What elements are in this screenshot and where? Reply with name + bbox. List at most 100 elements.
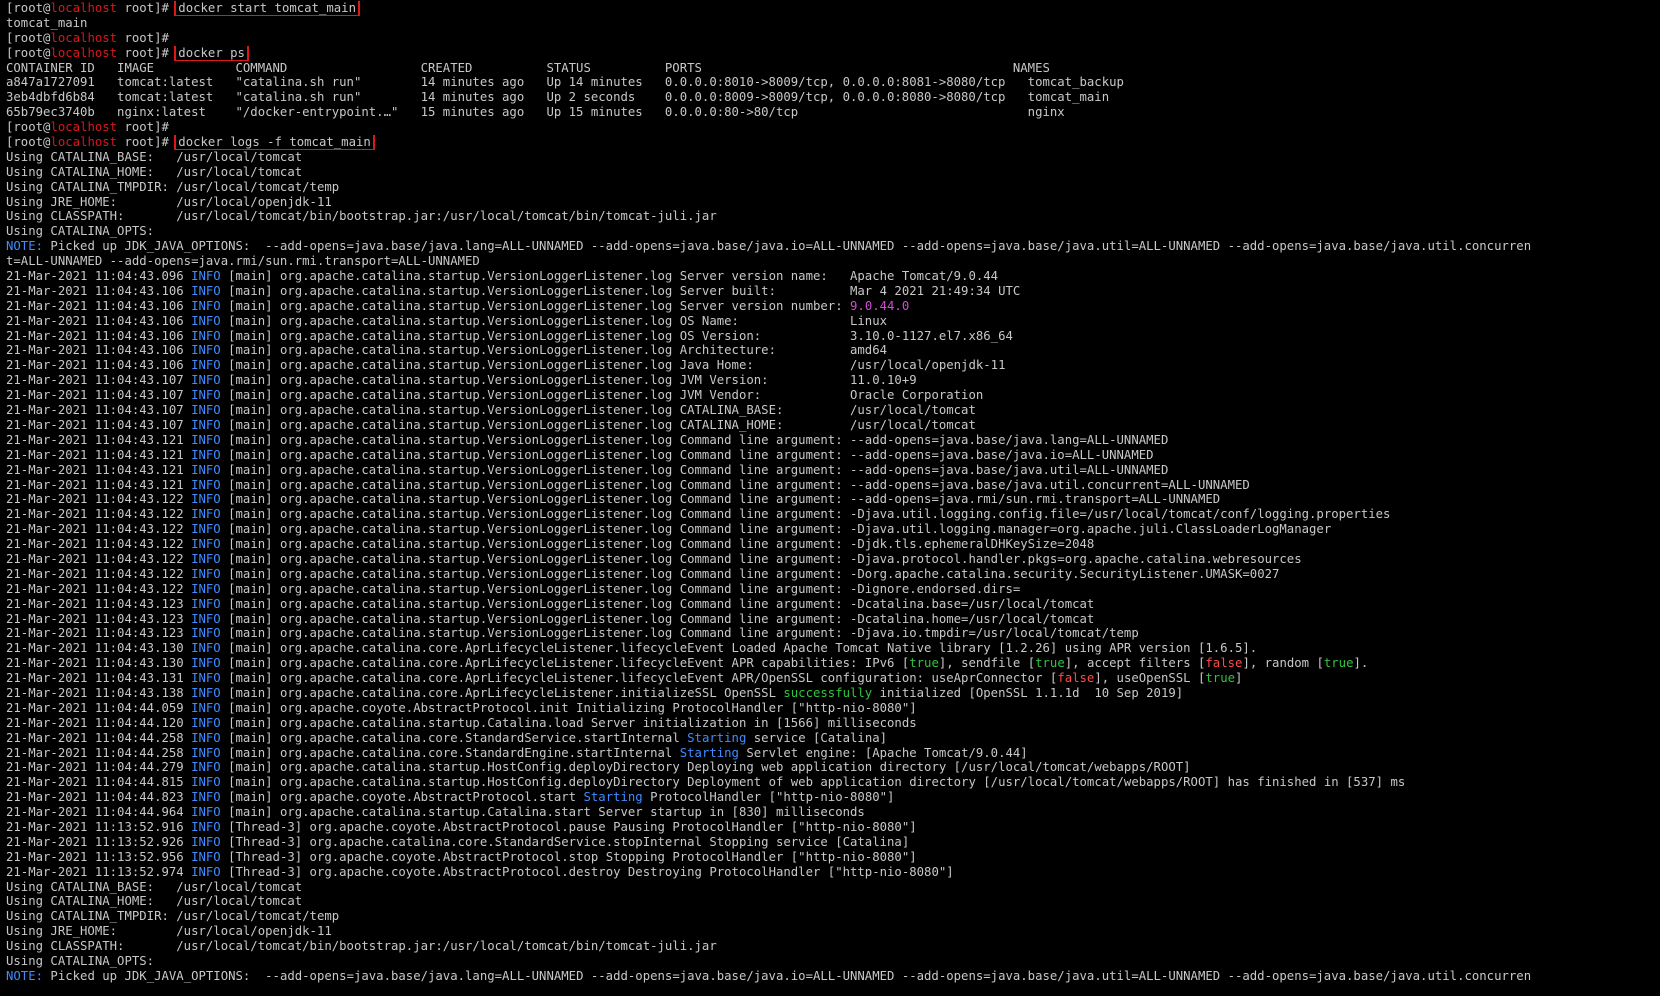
log-level: INFO [191,343,221,358]
log-timestamp: 21-Mar-2021 11:04:43.130 [6,656,184,671]
output-text: a847a1727091 tomcat:latest "catalina.sh … [6,75,1124,90]
log-timestamp: 21-Mar-2021 11:04:43.123 [6,611,184,626]
log-timestamp: 21-Mar-2021 11:04:43.123 [6,596,184,611]
log-timestamp: 21-Mar-2021 11:13:52.926 [6,834,184,849]
log-timestamp: 21-Mar-2021 11:04:43.106 [6,343,184,358]
log-timestamp: 21-Mar-2021 11:04:43.131 [6,671,184,686]
output-line: tomcat_main [6,16,1660,31]
log-level: INFO [191,745,221,760]
log-timestamp: 21-Mar-2021 11:04:44.120 [6,715,184,730]
prompt-line: [root@localhost root]# [6,31,1660,46]
log-timestamp: 21-Mar-2021 11:04:43.122 [6,581,184,596]
log-text: false [1205,656,1243,671]
log-text: [main] org.apache.coyote.AbstractProtoco… [220,790,584,805]
log-text: [main] org.apache.catalina.startup.Versi… [220,373,917,388]
log-text: [main] org.apache.catalina.startup.Catal… [220,805,865,820]
log-timestamp: 21-Mar-2021 11:04:43.106 [6,298,184,313]
log-line: 21-Mar-2021 11:04:43.122 INFO [main] org… [6,507,1660,522]
log-text: [main] org.apache.catalina.core.AprLifec… [220,671,1058,686]
output-text: tomcat_main [6,15,88,30]
output-line: a847a1727091 tomcat:latest "catalina.sh … [6,75,1660,90]
log-level: INFO [191,656,221,671]
log-text: [main] org.apache.catalina.startup.Versi… [220,596,1095,611]
log-text: [main] org.apache.catalina.startup.Versi… [220,298,851,313]
log-line: 21-Mar-2021 11:04:43.122 INFO [main] org… [6,492,1660,507]
log-line: 21-Mar-2021 11:04:43.130 INFO [main] org… [6,656,1660,671]
log-text: [main] org.apache.catalina.startup.Versi… [220,403,976,418]
log-level: INFO [191,462,221,477]
prompt-path: root]# [117,1,177,15]
output-text: 65b79ec3740b nginx:latest "/docker-entry… [6,105,1065,120]
prompt-host: localhost [50,120,118,135]
log-line: 21-Mar-2021 11:04:43.130 INFO [main] org… [6,641,1660,656]
log-text: [main] org.apache.catalina.core.AprLifec… [220,656,910,671]
log-text: [main] org.apache.catalina.startup.Versi… [220,328,1013,343]
output-line: Using CATALINA_TMPDIR: /usr/local/tomcat… [6,180,1660,195]
output-line: t=ALL-UNNAMED --add-opens=java.rmi/sun.r… [6,254,1660,269]
log-level: INFO [191,849,221,864]
note-text: Picked up JDK_JAVA_OPTIONS: --add-opens=… [43,968,1532,983]
note-text: Picked up JDK_JAVA_OPTIONS: --add-opens=… [43,239,1532,254]
log-line: 21-Mar-2021 11:04:43.106 INFO [main] org… [6,329,1660,344]
log-timestamp: 21-Mar-2021 11:04:44.823 [6,790,184,805]
log-text: [main] org.apache.catalina.core.AprLifec… [220,641,1258,656]
output-line: Using CATALINA_BASE: /usr/local/tomcat [6,150,1660,165]
log-line: 21-Mar-2021 11:04:43.138 INFO [main] org… [6,686,1660,701]
note-label: NOTE: [6,239,44,254]
log-level: INFO [191,328,221,343]
output-text: t=ALL-UNNAMED --add-opens=java.rmi/sun.r… [6,254,480,269]
log-text: ], accept filters [ [1064,656,1206,671]
log-line: 21-Mar-2021 11:13:52.974 INFO [Thread-3]… [6,865,1660,880]
log-line: 21-Mar-2021 11:13:52.926 INFO [Thread-3]… [6,835,1660,850]
log-level: INFO [191,477,221,492]
output-text: Using CLASSPATH: /usr/local/tomcat/bin/b… [6,209,717,224]
log-line: 21-Mar-2021 11:04:43.096 INFO [main] org… [6,269,1660,284]
log-text: [main] org.apache.catalina.core.Standard… [220,745,680,760]
log-timestamp: 21-Mar-2021 11:04:43.107 [6,388,184,403]
log-level: INFO [191,492,221,507]
log-text: ], useOpenSSL [ [1094,671,1206,686]
output-text: CONTAINER ID IMAGE COMMAND CREATED STATU… [6,60,1050,75]
log-level: INFO [191,313,221,328]
log-level: INFO [191,566,221,581]
log-text: [Thread-3] org.apache.coyote.AbstractPro… [220,819,917,834]
log-text: [main] org.apache.catalina.startup.Versi… [220,507,1391,522]
log-level: INFO [191,596,221,611]
log-text: ], sendfile [ [938,656,1036,671]
log-line: 21-Mar-2021 11:04:43.121 INFO [main] org… [6,463,1660,478]
log-timestamp: 21-Mar-2021 11:04:43.122 [6,551,184,566]
note-line: NOTE: Picked up JDK_JAVA_OPTIONS: --add-… [6,969,1660,984]
log-text: [main] org.apache.catalina.startup.Versi… [220,551,1302,566]
log-text: [main] org.apache.catalina.startup.Versi… [220,313,888,328]
log-line: 21-Mar-2021 11:04:43.123 INFO [main] org… [6,612,1660,627]
prompt-line: [root@localhost root]# docker start tomc… [6,1,1660,16]
log-text: true [1205,671,1236,686]
log-level: INFO [191,298,221,313]
terminal-output[interactable]: [root@localhost root]# docker start tomc… [0,0,1660,996]
output-text: Using CATALINA_TMPDIR: /usr/local/tomcat… [6,179,340,194]
prompt-line: [root@localhost root]# docker ps [6,45,1660,61]
log-line: 21-Mar-2021 11:04:43.107 INFO [main] org… [6,418,1660,433]
log-timestamp: 21-Mar-2021 11:04:44.964 [6,805,184,820]
log-line: 21-Mar-2021 11:04:43.107 INFO [main] org… [6,373,1660,388]
log-line: 21-Mar-2021 11:04:44.258 INFO [main] org… [6,746,1660,761]
log-text: [main] org.apache.catalina.startup.Versi… [220,343,888,358]
highlighted-command: docker ps [174,45,249,61]
log-timestamp: 21-Mar-2021 11:04:44.059 [6,700,184,715]
log-timestamp: 21-Mar-2021 11:04:43.121 [6,447,184,462]
log-text: [main] org.apache.coyote.AbstractProtoco… [220,700,917,715]
log-text: [main] org.apache.catalina.startup.Versi… [220,269,999,284]
output-text: Using CATALINA_BASE: /usr/local/tomcat [6,149,303,164]
log-level: INFO [191,432,221,447]
output-text: Using CATALINA_BASE: /usr/local/tomcat [6,879,303,894]
log-text: 9.0.44.0 [850,298,910,313]
log-line: 21-Mar-2021 11:04:43.106 INFO [main] org… [6,343,1660,358]
log-line: 21-Mar-2021 11:04:43.121 INFO [main] org… [6,478,1660,493]
log-timestamp: 21-Mar-2021 11:04:43.121 [6,432,184,447]
prompt-path: root]# [117,45,177,60]
log-level: INFO [191,700,221,715]
log-level: INFO [191,805,221,820]
log-level: INFO [191,283,221,298]
log-text: [main] org.apache.catalina.startup.Versi… [220,522,1332,537]
log-timestamp: 21-Mar-2021 11:04:43.122 [6,522,184,537]
